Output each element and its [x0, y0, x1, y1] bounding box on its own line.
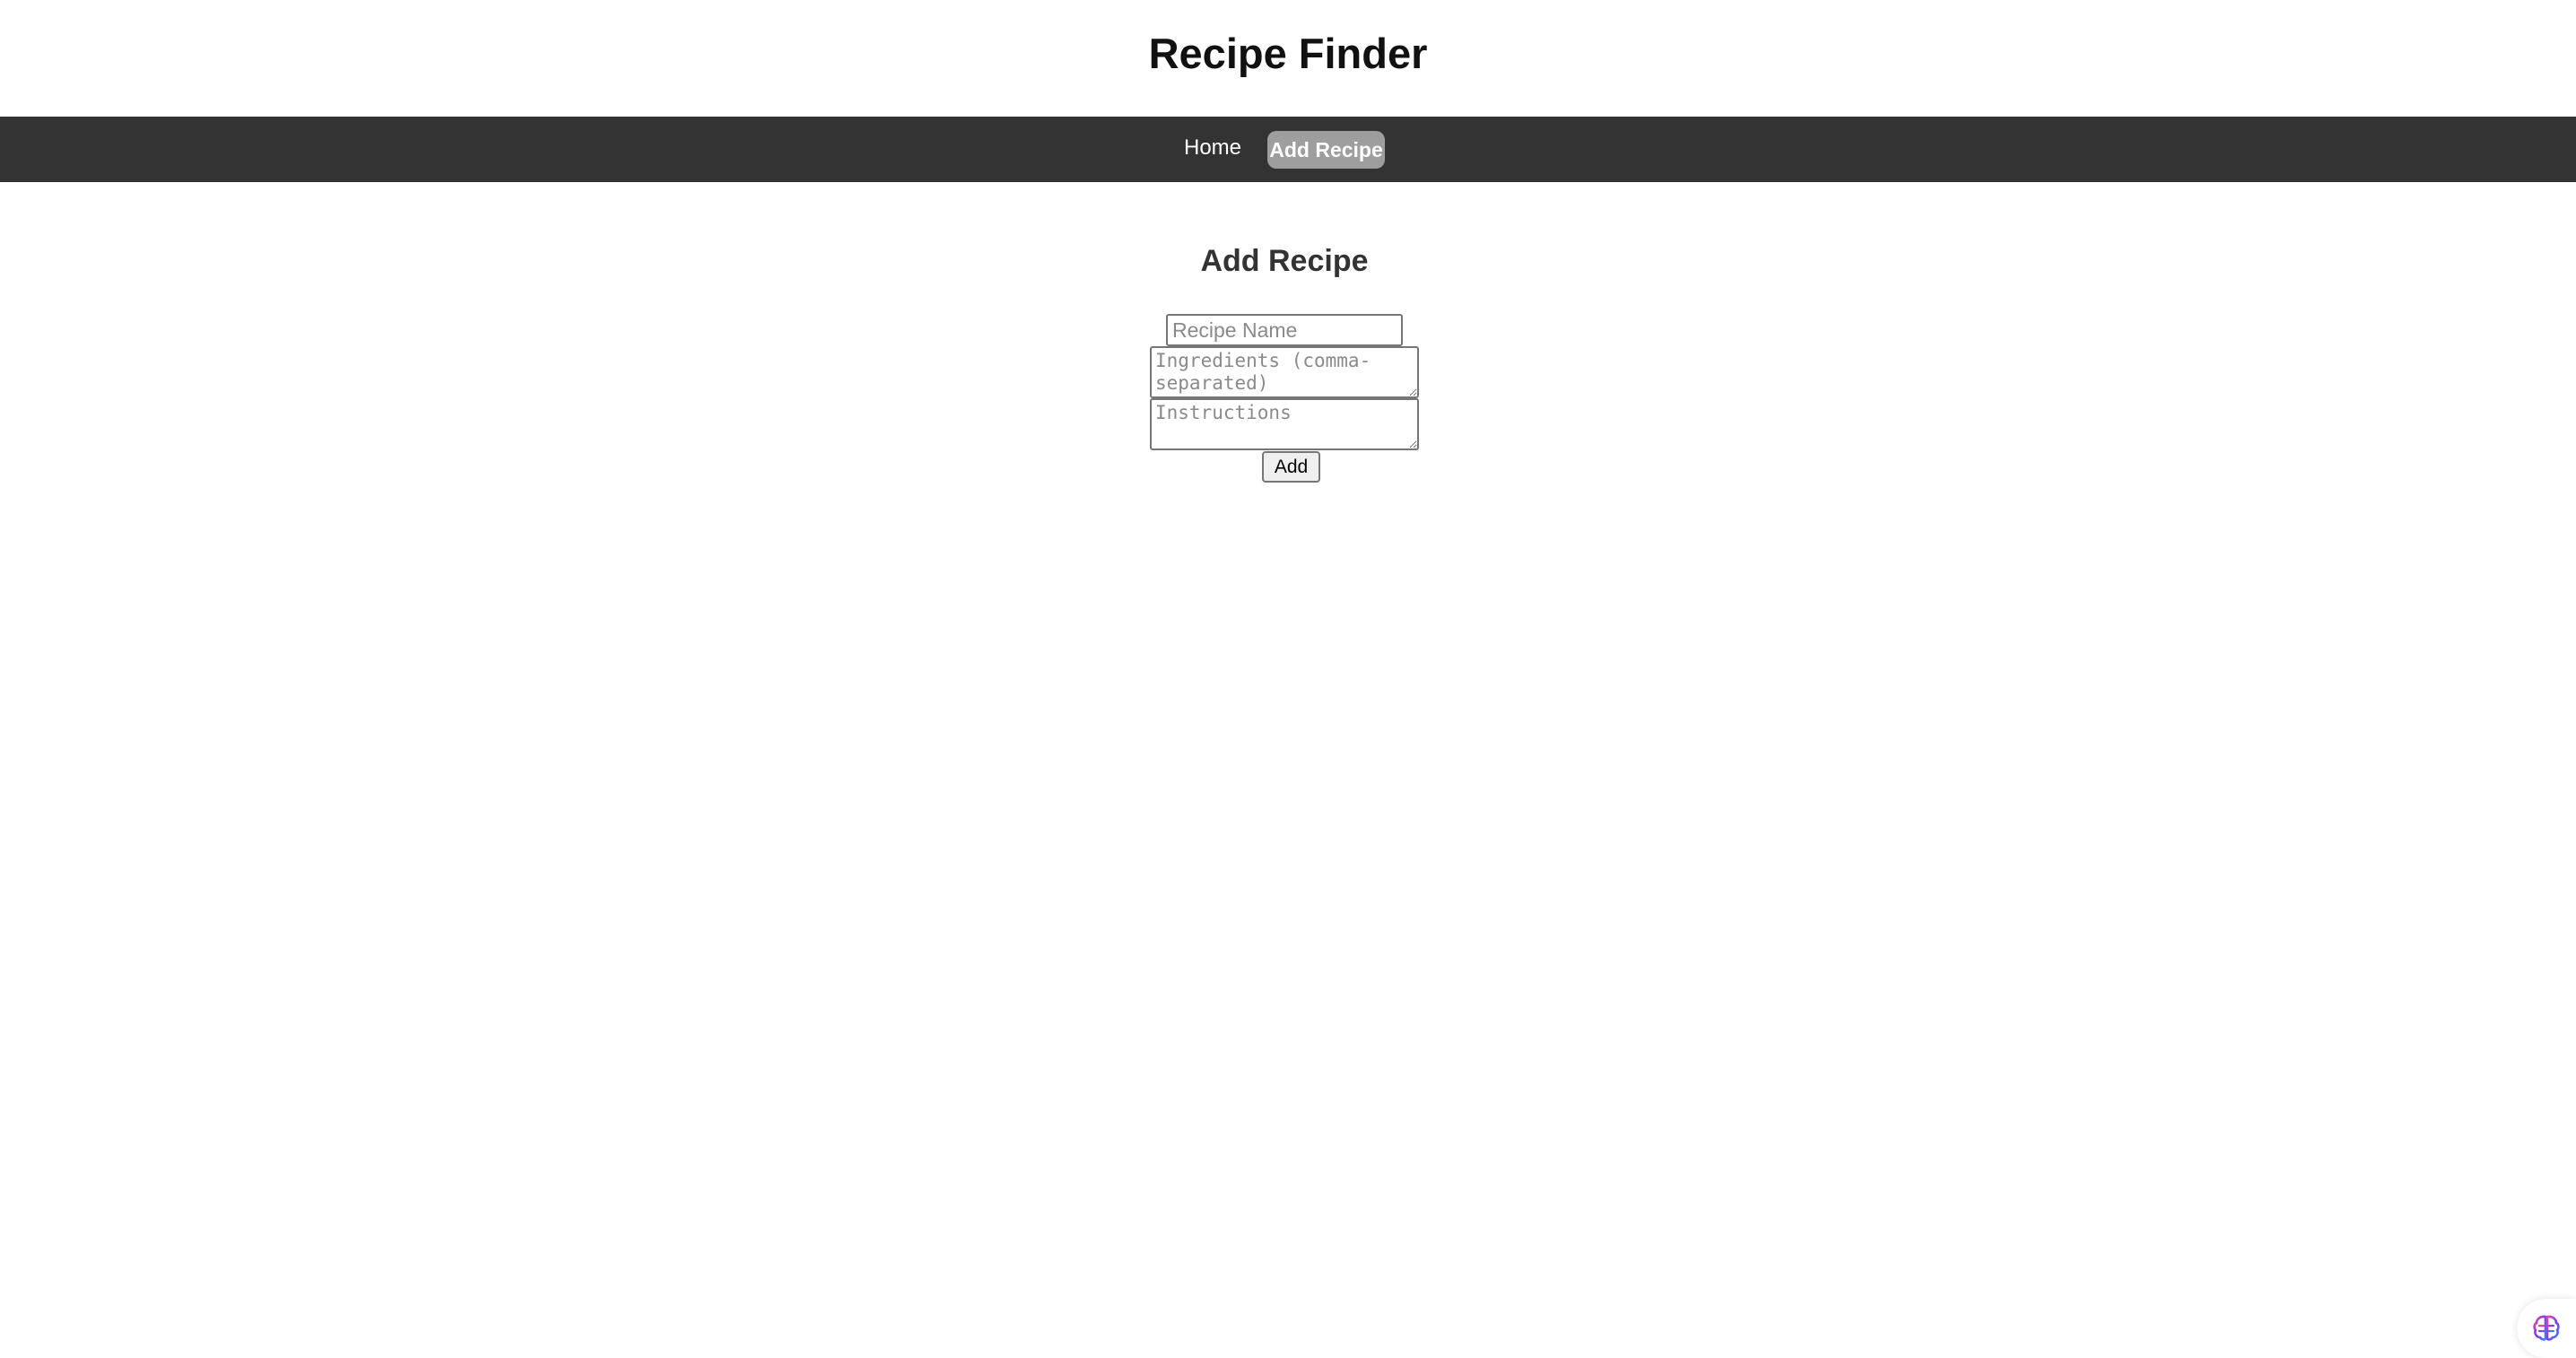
brain-icon — [2533, 1315, 2560, 1341]
recipe-name-input[interactable] — [1166, 314, 1403, 346]
page: Recipe Finder Home Add Recipe Add Recipe… — [0, 0, 2576, 1358]
ingredients-textarea[interactable] — [1150, 346, 1419, 398]
add-recipe-button[interactable]: Add — [1262, 451, 1320, 483]
app-title: Recipe Finder — [1148, 29, 1428, 77]
instructions-textarea[interactable] — [1150, 398, 1419, 450]
assistant-widget-button[interactable] — [2517, 1299, 2576, 1358]
app-header: Recipe Finder — [0, 0, 2576, 117]
add-recipe-heading: Add Recipe — [1200, 244, 1369, 278]
navbar: Home Add Recipe — [0, 117, 2576, 182]
nav-home-link[interactable]: Home — [1184, 135, 1241, 161]
nav-add-recipe-link[interactable]: Add Recipe — [1267, 131, 1385, 169]
